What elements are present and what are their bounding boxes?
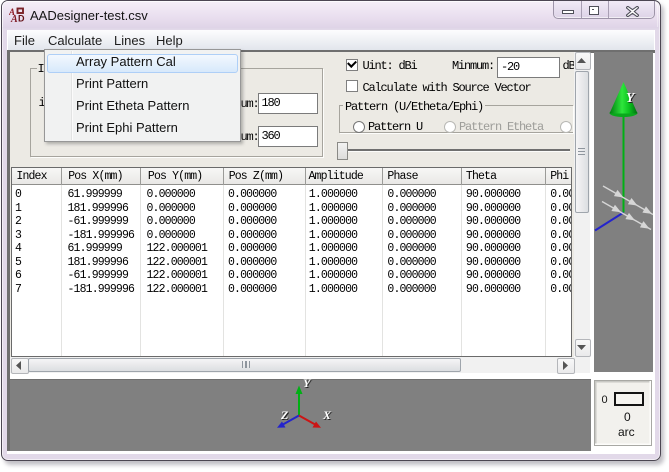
svg-text:D: D (18, 14, 25, 23)
svg-text:A: A (10, 14, 18, 22)
